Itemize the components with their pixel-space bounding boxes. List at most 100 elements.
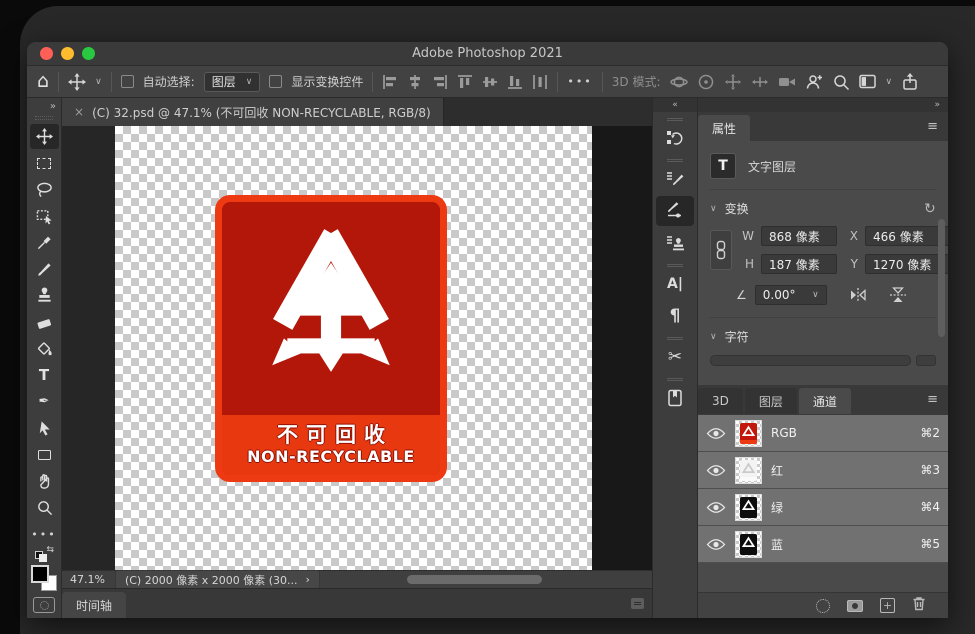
document-canvas[interactable]: 不可回收 NON-RECYCLABLE <box>115 126 592 570</box>
invite-people-icon[interactable] <box>805 73 823 91</box>
channel-row-green[interactable]: 绿 ⌘4 <box>698 489 948 526</box>
home-icon[interactable]: ⌂ <box>37 72 49 91</box>
reset-transform-icon[interactable]: ↺ <box>924 201 936 217</box>
align-horizontal-centers-icon[interactable] <box>407 74 423 90</box>
color-swatches[interactable] <box>31 565 57 591</box>
expand-tools-icon[interactable]: » <box>50 101 61 114</box>
pen-tool[interactable]: ✒ <box>30 389 59 414</box>
tab-properties[interactable]: 属性 <box>698 115 750 141</box>
horizontal-scrollbar[interactable] <box>407 575 542 584</box>
align-right-edges-icon[interactable] <box>432 74 448 90</box>
width-input[interactable]: 868 像素 <box>761 226 837 246</box>
more-tools-button[interactable]: ••• <box>30 522 59 547</box>
more-options-button[interactable]: ••• <box>567 75 592 88</box>
font-family-bar[interactable] <box>710 355 911 366</box>
show-transform-controls-checkbox[interactable] <box>269 75 282 88</box>
character-panel-button[interactable]: A| <box>656 269 694 299</box>
timeline-menu-icon[interactable] <box>631 598 644 609</box>
font-style-bar[interactable] <box>916 355 936 366</box>
eyedropper-tool[interactable] <box>30 230 59 255</box>
channel-row-rgb[interactable]: RGB ⌘2 <box>698 415 948 452</box>
zoom-tool[interactable] <box>30 495 59 520</box>
marquee-tool[interactable] <box>30 151 59 176</box>
zoom-window-button[interactable] <box>82 47 95 60</box>
tool-presets-panel-button[interactable]: ✂ <box>656 342 694 372</box>
link-dimensions-button[interactable] <box>710 230 732 270</box>
tab-layers[interactable]: 图层 <box>745 388 797 414</box>
properties-panel-menu-icon[interactable]: ≡ <box>927 119 938 134</box>
close-window-button[interactable] <box>40 47 53 60</box>
tool-preset-chevron-icon[interactable]: ∨ <box>95 77 102 87</box>
brush-tool[interactable] <box>30 257 59 282</box>
transform-section-header[interactable]: ∨ 变换 ↺ <box>710 200 936 217</box>
clone-source-panel-button[interactable] <box>656 228 694 258</box>
height-input[interactable]: 187 像素 <box>761 254 837 274</box>
minimize-window-button[interactable] <box>61 47 74 60</box>
history-panel-button[interactable] <box>656 123 694 153</box>
distribute-icon[interactable] <box>532 74 548 90</box>
visibility-eye-icon[interactable] <box>706 501 726 514</box>
new-channel-button[interactable]: + <box>880 598 895 613</box>
auto-select-dropdown[interactable]: 图层 ∨ <box>204 72 261 92</box>
flip-vertical-icon[interactable] <box>889 287 907 303</box>
clone-stamp-tool[interactable] <box>30 283 59 308</box>
timeline-tab[interactable]: 时间轴 <box>62 592 126 618</box>
align-bottom-edges-icon[interactable] <box>507 74 523 90</box>
dock-collapse-header[interactable]: « <box>653 98 697 112</box>
hand-tool[interactable] <box>30 469 59 494</box>
path-selection-tool[interactable] <box>30 416 59 441</box>
save-selection-as-channel-button[interactable] <box>847 600 863 612</box>
libraries-panel-button[interactable] <box>656 383 694 413</box>
auto-select-checkbox[interactable] <box>121 75 134 88</box>
type-tool[interactable]: T <box>30 363 59 388</box>
paint-bucket-tool[interactable] <box>30 336 59 361</box>
delete-channel-button[interactable] <box>912 596 926 615</box>
properties-scrollbar[interactable] <box>938 219 945 337</box>
brush-settings-panel-button[interactable] <box>656 164 694 194</box>
workspace-icon[interactable] <box>859 73 877 91</box>
document-info[interactable]: (C) 2000 像素 x 2000 像素 (30... › <box>115 570 320 590</box>
font-selector[interactable] <box>710 355 936 366</box>
load-channel-as-selection-button[interactable] <box>816 599 830 613</box>
channel-row-red[interactable]: 红 ⌘3 <box>698 452 948 489</box>
3d-pan-icon[interactable] <box>724 73 742 91</box>
shape-tool[interactable] <box>30 442 59 467</box>
tools-grip[interactable] <box>35 116 53 120</box>
channel-row-blue[interactable]: 蓝 ⌘5 <box>698 526 948 563</box>
x-input[interactable]: 466 像素 <box>865 226 948 246</box>
close-tab-icon[interactable]: × <box>74 105 84 119</box>
align-vertical-centers-icon[interactable] <box>482 74 498 90</box>
swap-colors-icon[interactable]: ⇆ <box>46 545 54 555</box>
search-icon[interactable] <box>832 73 850 91</box>
tab-3d[interactable]: 3D <box>698 388 743 414</box>
rotation-input[interactable]: 0.00° ∨ <box>755 285 827 305</box>
y-input[interactable]: 1270 像素 <box>865 254 948 274</box>
default-colors-control[interactable]: ⇆ <box>35 548 53 562</box>
character-section-header[interactable]: ∨ 字符 <box>710 328 936 345</box>
3d-slide-icon[interactable] <box>751 73 769 91</box>
channels-panel-menu-icon[interactable]: ≡ <box>927 392 938 407</box>
paragraph-panel-button[interactable]: ¶ <box>656 301 694 331</box>
visibility-eye-icon[interactable] <box>706 464 726 477</box>
move-tool[interactable] <box>30 124 59 149</box>
tab-channels[interactable]: 通道 <box>799 388 851 414</box>
eraser-tool[interactable] <box>30 310 59 335</box>
3d-orbit-icon[interactable] <box>670 73 688 91</box>
move-tool-icon[interactable] <box>68 73 86 91</box>
foreground-color-swatch[interactable] <box>31 565 49 583</box>
quick-mask-button[interactable] <box>33 597 55 613</box>
brushes-panel-button[interactable] <box>656 196 694 226</box>
3d-roll-icon[interactable] <box>697 73 715 91</box>
visibility-eye-icon[interactable] <box>706 538 726 551</box>
align-left-edges-icon[interactable] <box>382 74 398 90</box>
panels-collapse-header[interactable]: » <box>698 98 948 112</box>
3d-camera-icon[interactable] <box>778 73 796 91</box>
object-selection-tool[interactable] <box>30 204 59 229</box>
lasso-tool[interactable] <box>30 177 59 202</box>
flip-horizontal-icon[interactable] <box>849 287 867 303</box>
share-icon[interactable] <box>901 73 919 91</box>
visibility-eye-icon[interactable] <box>706 427 726 440</box>
align-top-edges-icon[interactable] <box>457 74 473 90</box>
workspace-chevron-icon[interactable]: ∨ <box>886 77 893 87</box>
document-tab[interactable]: × (C) 32.psd @ 47.1% (不可回收 NON-RECYCLABL… <box>62 98 444 126</box>
